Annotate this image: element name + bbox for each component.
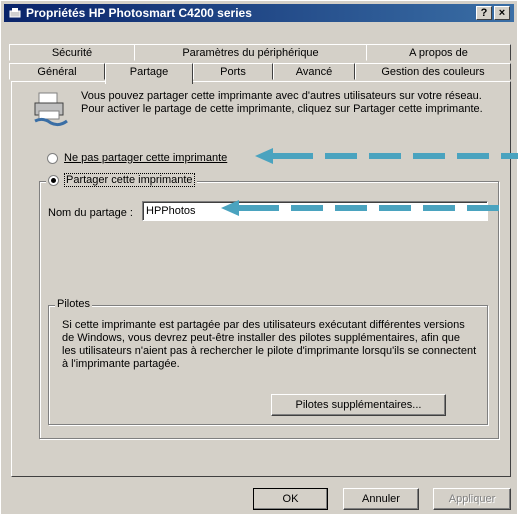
no-share-label[interactable]: Ne pas partager cette imprimante (64, 152, 227, 164)
tab-general[interactable]: Général (9, 63, 105, 80)
sharing-info-text: Vous pouvez partager cette imprimante av… (81, 90, 483, 115)
window-title: Propriétés HP Photosmart C4200 series (26, 6, 252, 20)
additional-drivers-button[interactable]: Pilotes supplémentaires... (271, 394, 446, 416)
share-option: Partager cette imprimante (46, 173, 197, 187)
share-radio[interactable] (48, 174, 59, 186)
no-share-radio[interactable] (47, 153, 58, 164)
apply-button[interactable]: Appliquer (433, 488, 511, 510)
tab-a-propos[interactable]: A propos de (366, 44, 511, 61)
tab-partage[interactable]: Partage (105, 63, 193, 84)
drivers-title: Pilotes (55, 298, 93, 310)
close-button[interactable]: × (494, 6, 510, 20)
tab-securite[interactable]: Sécurité (9, 44, 135, 61)
drivers-text: Si cette imprimante est partagée par des… (62, 319, 477, 370)
ok-button[interactable]: OK (253, 488, 328, 510)
tab-gestion-couleurs[interactable]: Gestion des couleurs (355, 63, 511, 80)
share-label[interactable]: Partager cette imprimante (64, 173, 195, 187)
title-bar[interactable]: Propriétés HP Photosmart C4200 series ? … (4, 4, 514, 22)
tab-avance[interactable]: Avancé (273, 63, 355, 80)
tab-parametres-peripherique[interactable]: Paramètres du périphérique (134, 44, 367, 61)
properties-dialog: Propriétés HP Photosmart C4200 series ? … (0, 0, 518, 515)
share-name-label: Nom du partage : (48, 207, 133, 219)
shared-printer-icon (33, 91, 69, 127)
help-button[interactable]: ? (476, 6, 492, 20)
printer-icon (8, 7, 22, 19)
cancel-button[interactable]: Annuler (343, 488, 419, 510)
tab-ports[interactable]: Ports (193, 63, 273, 80)
